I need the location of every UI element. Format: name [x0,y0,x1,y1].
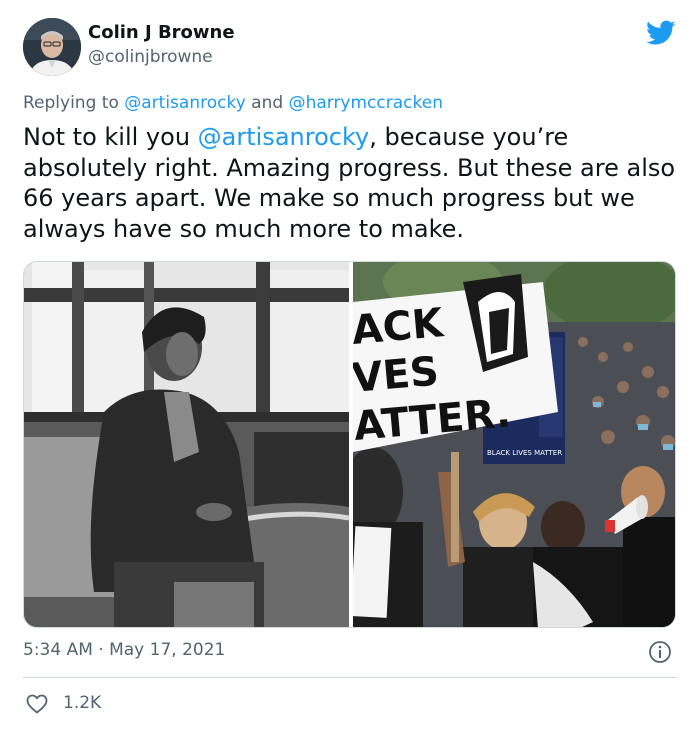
tweet-timestamp[interactable]: 5:34 AM · May 17, 2021 [23,640,225,660]
tweet-text-start: Not to kill you [23,123,198,151]
avatar[interactable] [23,18,81,76]
sign-line-2: VES [353,349,441,402]
media-photo-bus[interactable] [24,262,350,627]
heart-icon[interactable] [25,692,49,716]
protest-photo-illustration: BLACK LIVES MATTER ACK VES ATTER. [343,262,675,627]
small-sign-text: BLACK LIVES MATTER [487,449,562,457]
tweet-card: Colin J Browne @colinjbrowne Replying to… [0,0,700,732]
avatar-photo [23,18,81,76]
like-count: 1.2K [63,693,102,713]
divider [23,677,677,678]
replying-joiner: and [251,93,284,113]
replying-prefix: Replying to [23,93,119,113]
reply-mention-link[interactable]: @harrymccracken [289,93,443,113]
bus-photo-illustration [24,262,350,627]
replying-to-line: Replying to @artisanrocky and @harrymccr… [23,93,443,113]
tweet-mention-link[interactable]: @artisanrocky [198,123,370,151]
tweet-text: Not to kill you @artisanrocky, because y… [23,122,683,244]
info-icon[interactable] [648,640,672,664]
reply-mention-link[interactable]: @artisanrocky [124,93,246,113]
sign-line-1: ACK [353,300,447,354]
author-handle[interactable]: @colinjbrowne [88,47,213,67]
media-grid: BLACK LIVES MATTER ACK VES ATTER. [23,261,676,628]
media-photo-protest[interactable]: BLACK LIVES MATTER ACK VES ATTER. [343,262,675,627]
author-name[interactable]: Colin J Browne [88,22,235,43]
twitter-bird-icon[interactable] [646,20,676,46]
